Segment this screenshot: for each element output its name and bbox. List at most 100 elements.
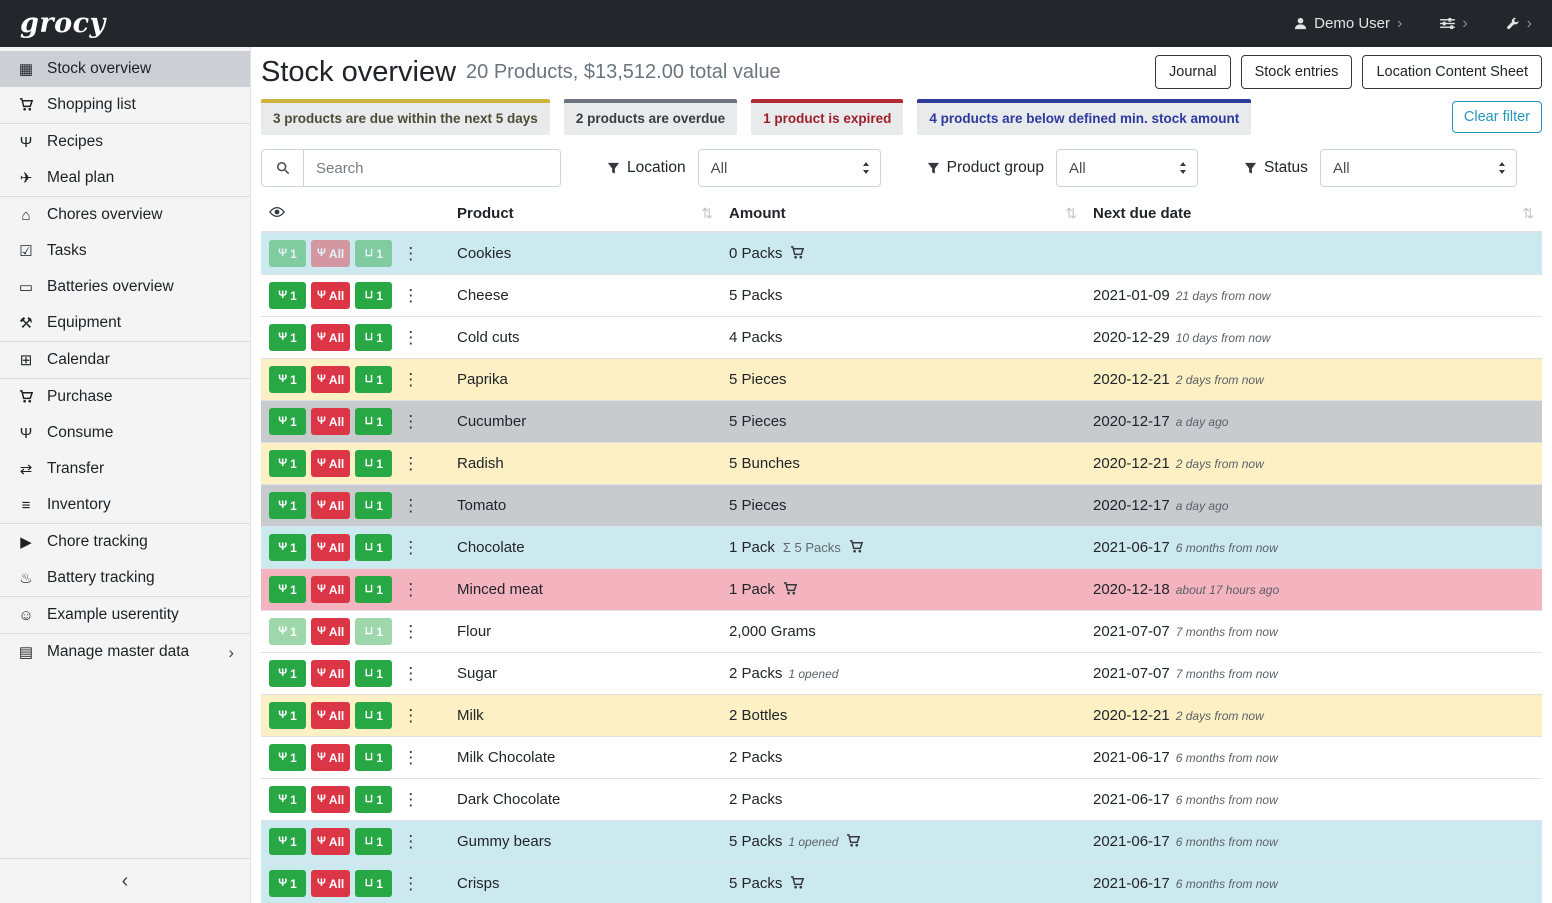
open-one-button[interactable]: ⊔1 — [355, 828, 392, 855]
user-menu[interactable]: Demo User › — [1294, 15, 1402, 32]
settings-menu[interactable]: › — [1440, 16, 1467, 32]
consume-all-button[interactable]: ΨAll — [311, 702, 350, 729]
open-one-button[interactable]: ⊔1 — [355, 366, 392, 393]
consume-one-button[interactable]: Ψ1 — [269, 324, 306, 351]
header-action-button[interactable]: Journal — [1155, 55, 1231, 89]
table-row[interactable]: Ψ1 ΨAll ⊔1 ⋮ Milk 2 Bottles 2020-12-212 … — [261, 695, 1542, 737]
table-row[interactable]: Ψ1 ΨAll ⊔1 ⋮ Crisps 5 Packs 2021-06-176 … — [261, 863, 1542, 903]
sidebar-item[interactable]: ▭ Batteries overview › — [0, 269, 250, 305]
sidebar-item[interactable]: ⊞ Calendar › — [0, 342, 250, 379]
consume-all-button[interactable]: ΨAll — [311, 534, 350, 561]
consume-one-button[interactable]: Ψ1 — [269, 450, 306, 477]
consume-one-button[interactable]: Ψ1 — [269, 744, 306, 771]
table-row[interactable]: Ψ1 ΨAll ⊔1 ⋮ Radish 5 Bunches 2020-12-21… — [261, 443, 1542, 485]
row-menu-button[interactable]: ⋮ — [397, 875, 424, 892]
consume-one-button[interactable]: Ψ1 — [269, 576, 306, 603]
sidebar-item[interactable]: ⚒ Equipment › — [0, 305, 250, 342]
row-menu-button[interactable]: ⋮ — [397, 497, 424, 514]
consume-one-button[interactable]: Ψ1 — [269, 534, 306, 561]
consume-all-button[interactable]: ΨAll — [311, 660, 350, 687]
search-input[interactable] — [304, 150, 560, 186]
sidebar-item[interactable]: Ψ Recipes › — [0, 124, 250, 160]
sidebar-item[interactable]: ✈ Meal plan › — [0, 160, 250, 197]
consume-all-button[interactable]: ΨAll — [311, 828, 350, 855]
row-menu-button[interactable]: ⋮ — [397, 329, 424, 346]
sidebar-item[interactable]: ☑ Tasks › — [0, 233, 250, 269]
consume-one-button[interactable]: Ψ1 — [269, 240, 306, 267]
column-header-product[interactable]: Product⇅ — [449, 197, 721, 232]
consume-one-button[interactable]: Ψ1 — [269, 618, 306, 645]
status-filter-chip[interactable]: 4 products are below defined min. stock … — [917, 99, 1251, 135]
sidebar-item[interactable]: ≡ Inventory › — [0, 487, 250, 524]
sidebar-item[interactable]: ☺ Example userentity › — [0, 597, 250, 634]
clear-filter-button[interactable]: Clear filter — [1452, 101, 1542, 133]
open-one-button[interactable]: ⊔1 — [355, 618, 392, 645]
open-one-button[interactable]: ⊔1 — [355, 576, 392, 603]
consume-all-button[interactable]: ΨAll — [311, 450, 350, 477]
row-menu-button[interactable]: ⋮ — [397, 539, 424, 556]
table-row[interactable]: Ψ1 ΨAll ⊔1 ⋮ Cold cuts 4 Packs 2020-12-2… — [261, 317, 1542, 359]
sidebar-collapse-button[interactable]: ‹ — [0, 858, 250, 903]
row-menu-button[interactable]: ⋮ — [397, 245, 424, 262]
consume-one-button[interactable]: Ψ1 — [269, 408, 306, 435]
table-row[interactable]: Ψ1 ΨAll ⊔1 ⋮ Dark Chocolate 2 Packs 2021… — [261, 779, 1542, 821]
row-menu-button[interactable]: ⋮ — [397, 749, 424, 766]
consume-all-button[interactable]: ΨAll — [311, 282, 350, 309]
row-menu-button[interactable]: ⋮ — [397, 371, 424, 388]
open-one-button[interactable]: ⊔1 — [355, 786, 392, 813]
open-one-button[interactable]: ⊔1 — [355, 282, 392, 309]
consume-one-button[interactable]: Ψ1 — [269, 282, 306, 309]
sidebar-item[interactable]: ♨ Battery tracking › — [0, 560, 250, 597]
open-one-button[interactable]: ⊔1 — [355, 408, 392, 435]
row-menu-button[interactable]: ⋮ — [397, 791, 424, 808]
sidebar-item[interactable]: ▦ Stock overview › — [0, 51, 250, 87]
open-one-button[interactable]: ⊔1 — [355, 870, 392, 897]
consume-all-button[interactable]: ΨAll — [311, 618, 350, 645]
consume-one-button[interactable]: Ψ1 — [269, 786, 306, 813]
consume-one-button[interactable]: Ψ1 — [269, 492, 306, 519]
filter-select[interactable]: All — [1320, 149, 1517, 187]
open-one-button[interactable]: ⊔1 — [355, 492, 392, 519]
sidebar-item[interactable]: Purchase › — [0, 379, 250, 415]
sidebar-item[interactable]: Ψ Consume › — [0, 415, 250, 451]
sidebar-item[interactable]: ▤ Manage master data › — [0, 634, 250, 670]
table-row[interactable]: Ψ1 ΨAll ⊔1 ⋮ Flour 2,000 Grams 2021-07-0… — [261, 611, 1542, 653]
open-one-button[interactable]: ⊔1 — [355, 534, 392, 561]
consume-all-button[interactable]: ΨAll — [311, 408, 350, 435]
row-menu-button[interactable]: ⋮ — [397, 623, 424, 640]
header-action-button[interactable]: Location Content Sheet — [1362, 55, 1542, 89]
open-one-button[interactable]: ⊔1 — [355, 324, 392, 351]
consume-all-button[interactable]: ΨAll — [311, 492, 350, 519]
open-one-button[interactable]: ⊔1 — [355, 744, 392, 771]
consume-one-button[interactable]: Ψ1 — [269, 702, 306, 729]
column-header-amount[interactable]: Amount⇅ — [721, 197, 1085, 232]
filter-select[interactable]: All — [1056, 149, 1198, 187]
column-header-next-due-date[interactable]: Next due date⇅ — [1085, 197, 1542, 232]
open-one-button[interactable]: ⊔1 — [355, 450, 392, 477]
row-menu-button[interactable]: ⋮ — [397, 665, 424, 682]
consume-one-button[interactable]: Ψ1 — [269, 828, 306, 855]
table-row[interactable]: Ψ1 ΨAll ⊔1 ⋮ Tomato 5 Pieces 2020-12-17a… — [261, 485, 1542, 527]
table-row[interactable]: Ψ1 ΨAll ⊔1 ⋮ Paprika 5 Pieces 2020-12-21… — [261, 359, 1542, 401]
row-menu-button[interactable]: ⋮ — [397, 413, 424, 430]
table-row[interactable]: Ψ1 ΨAll ⊔1 ⋮ Sugar 2 Packs1 opened 2021-… — [261, 653, 1542, 695]
open-one-button[interactable]: ⊔1 — [355, 702, 392, 729]
admin-menu[interactable]: › — [1506, 16, 1532, 32]
consume-all-button[interactable]: ΨAll — [311, 870, 350, 897]
consume-all-button[interactable]: ΨAll — [311, 240, 350, 267]
consume-all-button[interactable]: ΨAll — [311, 786, 350, 813]
table-row[interactable]: Ψ1 ΨAll ⊔1 ⋮ Gummy bears 5 Packs1 opened… — [261, 821, 1542, 863]
sidebar-item[interactable]: ▶ Chore tracking › — [0, 524, 250, 560]
status-filter-chip[interactable]: 1 product is expired — [751, 99, 903, 135]
consume-one-button[interactable]: Ψ1 — [269, 870, 306, 897]
row-menu-button[interactable]: ⋮ — [397, 833, 424, 850]
sidebar-item[interactable]: ⌂ Chores overview › — [0, 197, 250, 233]
consume-all-button[interactable]: ΨAll — [311, 744, 350, 771]
open-one-button[interactable]: ⊔1 — [355, 660, 392, 687]
table-row[interactable]: Ψ1 ΨAll ⊔1 ⋮ Cheese 5 Packs 2021-01-0921… — [261, 275, 1542, 317]
filter-select[interactable]: All — [698, 149, 881, 187]
row-menu-button[interactable]: ⋮ — [397, 455, 424, 472]
row-menu-button[interactable]: ⋮ — [397, 581, 424, 598]
consume-one-button[interactable]: Ψ1 — [269, 366, 306, 393]
row-menu-button[interactable]: ⋮ — [397, 707, 424, 724]
